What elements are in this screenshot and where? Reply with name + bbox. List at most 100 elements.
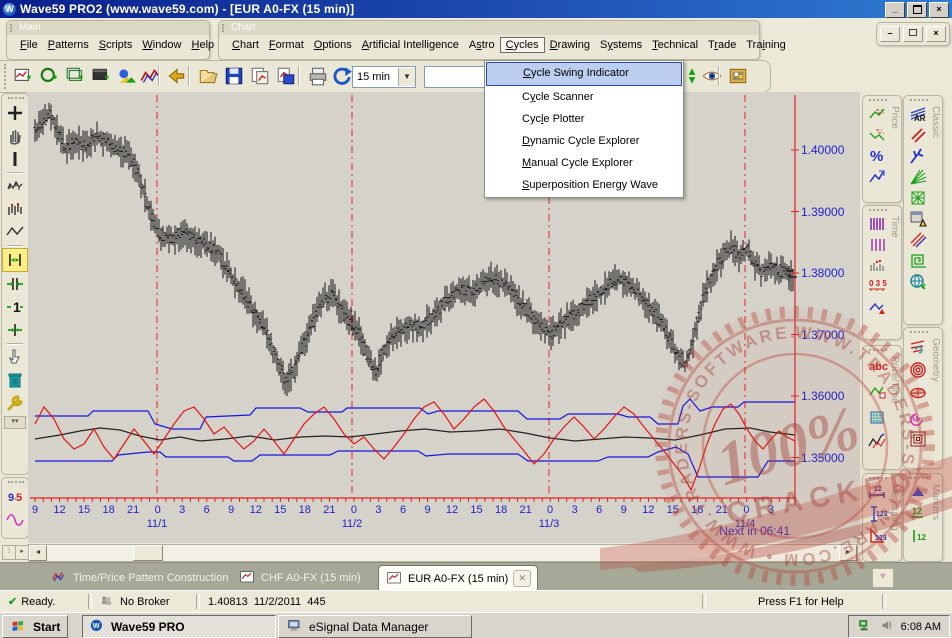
crosshair-tool[interactable] bbox=[3, 102, 27, 124]
drag-grip[interactable] bbox=[10, 24, 15, 32]
menu-item-scripts[interactable]: Scripts bbox=[94, 37, 138, 53]
minimize-button[interactable]: _ bbox=[885, 2, 905, 18]
horizontal-scrollbar[interactable]: ◄ ► bbox=[28, 544, 858, 562]
task-esignal[interactable]: eSignal Data Manager bbox=[278, 615, 472, 638]
slashes-rb-tool[interactable] bbox=[907, 230, 929, 249]
grid-tool[interactable] bbox=[866, 404, 888, 427]
task-wave59[interactable]: W Wave59 PRO bbox=[82, 615, 276, 638]
scrollbar-thumb[interactable] bbox=[133, 545, 163, 561]
globe-tool[interactable] bbox=[907, 272, 929, 291]
expand-selected-tool[interactable] bbox=[2, 248, 28, 272]
ruler-v-tool[interactable]: 123 bbox=[866, 504, 888, 524]
tab-list-button[interactable]: ♥ bbox=[872, 568, 894, 588]
pan-hand-tool[interactable] bbox=[3, 125, 27, 147]
close-button[interactable]: × bbox=[929, 2, 949, 18]
t035-tool[interactable]: 0 3 5 bbox=[866, 277, 888, 296]
mdi-restore-button[interactable] bbox=[903, 26, 923, 42]
scroll-left-button[interactable]: ◄ bbox=[29, 545, 47, 561]
drag-grip[interactable] bbox=[222, 24, 227, 32]
menu-item-cycle-scanner[interactable]: Cycle Scanner bbox=[486, 86, 682, 108]
menu-item-format[interactable]: Format bbox=[264, 37, 309, 53]
spiral-m-tool[interactable] bbox=[907, 405, 929, 426]
palette-price[interactable]: Price% bbox=[862, 95, 902, 203]
m12bar-tool[interactable]: 12 bbox=[907, 526, 929, 546]
chart-toolbar-panel[interactable]: Chart ChartFormatOptionsArtificial Intel… bbox=[218, 20, 760, 60]
menu-item-drawing[interactable]: Drawing bbox=[545, 37, 595, 53]
menu-item-cycles[interactable]: Cycles bbox=[500, 37, 545, 53]
zz-redtri-tool[interactable] bbox=[866, 298, 888, 317]
drag-grip[interactable] bbox=[869, 99, 887, 104]
menu-item-cycle-swing-indicator[interactable]: Cycle Swing Indicator bbox=[486, 62, 682, 86]
restore-button[interactable] bbox=[907, 2, 927, 18]
win-warn-tool[interactable] bbox=[907, 209, 929, 228]
menu-item-artificial-intelligence[interactable]: Artificial Intelligence bbox=[357, 37, 464, 53]
eye-icon[interactable] bbox=[700, 64, 724, 88]
refresh-icon[interactable] bbox=[330, 64, 354, 88]
scan-search-icon[interactable] bbox=[114, 64, 138, 88]
tri-ruler-tool[interactable]: 123 bbox=[866, 526, 888, 546]
nine-five-tool[interactable]: 95 bbox=[3, 486, 27, 508]
spiral-sq-tool[interactable] bbox=[907, 251, 929, 270]
new-window-icon[interactable] bbox=[64, 64, 88, 88]
menu-item-dynamic-cycle-explorer[interactable]: Dynamic Cycle Explorer bbox=[486, 130, 682, 152]
menu-item-window[interactable]: Window bbox=[137, 37, 186, 53]
start-button[interactable]: Start bbox=[2, 615, 68, 638]
percent-tool[interactable]: % bbox=[866, 146, 888, 165]
zz-arrows-tool[interactable] bbox=[866, 429, 888, 452]
menu-item-astro[interactable]: Astro bbox=[464, 37, 500, 53]
bars-dots-tool[interactable] bbox=[866, 256, 888, 275]
ellipse-cross-tool[interactable] bbox=[907, 382, 929, 403]
drag-grip[interactable] bbox=[8, 97, 24, 102]
wrench-tool[interactable] bbox=[3, 392, 27, 414]
menu-item-cycle-plotter[interactable]: Cycle Plotter bbox=[486, 108, 682, 130]
menu-item-manual-cycle-explorer[interactable]: Manual Cycle Explorer bbox=[486, 152, 682, 174]
menu-item-options[interactable]: Options bbox=[309, 37, 357, 53]
back-arrow-icon[interactable] bbox=[164, 64, 188, 88]
zz-box-tool[interactable] bbox=[866, 379, 888, 402]
menu-item-superposition-energy-wave[interactable]: Superposition Energy Wave bbox=[486, 174, 682, 196]
mdi-close-button[interactable]: × bbox=[926, 26, 946, 42]
vertical-cursor-tool[interactable] bbox=[3, 148, 27, 170]
zigzag-line-tool[interactable] bbox=[3, 221, 27, 243]
fan-tool[interactable] bbox=[907, 167, 929, 186]
bars-hilo-tool[interactable] bbox=[3, 198, 27, 220]
abc-tool[interactable]: abc bbox=[866, 354, 888, 377]
print-icon[interactable] bbox=[306, 64, 330, 88]
price-zz-up-tool[interactable] bbox=[866, 104, 888, 123]
one-bar-tool[interactable]: 1 bbox=[3, 296, 27, 318]
ruler-h-tool[interactable]: 12 bbox=[866, 482, 888, 502]
drag-grip[interactable] bbox=[910, 477, 928, 482]
title-bar[interactable]: W Wave59 PRO2 (www.wave59.com) - [EUR A0… bbox=[0, 0, 952, 18]
toolbar-scroll-down-button[interactable]: ▾▾ bbox=[4, 416, 26, 429]
drag-grip[interactable] bbox=[8, 481, 24, 486]
drag-grip[interactable] bbox=[910, 331, 928, 336]
trash-tool[interactable] bbox=[3, 369, 27, 391]
interval-combobox[interactable]: 15 min ▼ bbox=[352, 66, 416, 88]
palette-markers[interactable]: Markers1212 bbox=[903, 473, 943, 562]
slash2-tool[interactable] bbox=[907, 125, 929, 144]
menu-item-chart[interactable]: Chart bbox=[227, 37, 264, 53]
tab-close-button[interactable]: ✕ bbox=[513, 570, 531, 587]
tab-chf-a0-fx[interactable]: CHF A0-FX (15 min) bbox=[238, 567, 361, 589]
tab-eur-a0-fx[interactable]: EUR A0-FX (15 min) ✕ bbox=[378, 565, 538, 591]
split-bars-tool[interactable] bbox=[3, 273, 27, 295]
palette-price-time[interactable]: Price/Timeabc bbox=[862, 345, 902, 470]
new-ring-icon[interactable] bbox=[38, 64, 62, 88]
price-zz-down-tool[interactable] bbox=[866, 125, 888, 144]
bars-small-tool[interactable] bbox=[3, 175, 27, 197]
menu-item-help[interactable]: Help bbox=[187, 37, 220, 53]
drag-grip[interactable] bbox=[869, 349, 887, 354]
drag-grip[interactable] bbox=[869, 477, 887, 482]
palette-time[interactable]: Time0 3 5 bbox=[862, 205, 902, 340]
ar-lines-tool[interactable]: AR bbox=[907, 104, 929, 123]
combo-dropdown-button[interactable]: ▼ bbox=[398, 68, 415, 86]
vlines5-tool[interactable] bbox=[866, 214, 888, 233]
pane-grip-button[interactable]: ⁞ bbox=[2, 545, 16, 560]
m12line-tool[interactable]: 12 bbox=[907, 504, 929, 524]
open-file-icon[interactable] bbox=[196, 64, 220, 88]
vlines4-tool[interactable] bbox=[866, 235, 888, 254]
menu-item-training[interactable]: Training bbox=[741, 37, 790, 53]
menu-item-technical[interactable]: Technical bbox=[647, 37, 703, 53]
menu-item-file[interactable]: File bbox=[15, 37, 43, 53]
new-chart-icon[interactable] bbox=[12, 64, 36, 88]
